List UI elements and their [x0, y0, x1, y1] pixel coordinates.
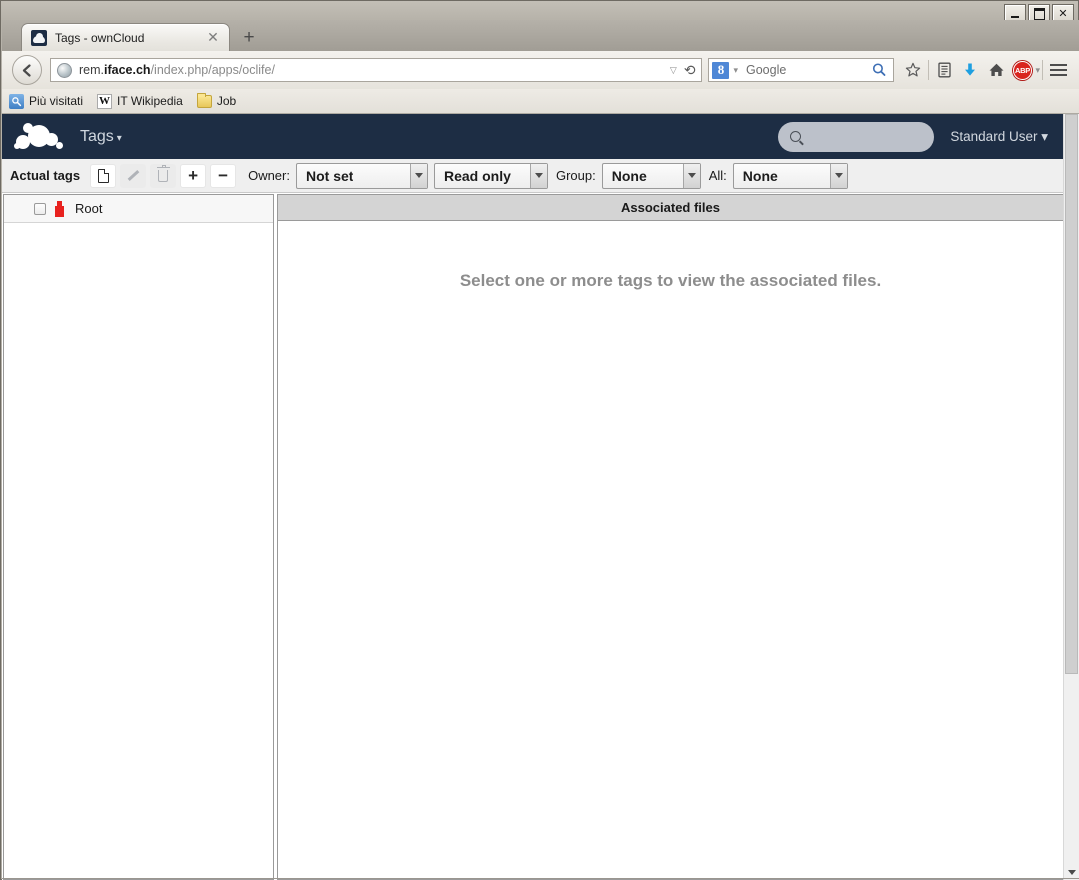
owncloud-header: Tags ▾ Standard User ▾ — [2, 114, 1064, 159]
back-button[interactable] — [12, 55, 42, 85]
search-input[interactable]: 8 ▾ Google — [708, 58, 895, 82]
bookmark-label: IT Wikipedia — [117, 94, 183, 108]
bookmark-job[interactable]: Job — [196, 92, 237, 108]
permission-select[interactable]: Read only — [433, 162, 548, 189]
associated-files-header: Associated files — [278, 195, 1063, 221]
app-title[interactable]: Tags ▾ — [80, 128, 122, 146]
globe-icon — [57, 62, 72, 78]
url-host: iface.ch — [104, 63, 151, 77]
adblock-badge: ABP — [1012, 60, 1032, 80]
app-title-label: Tags — [80, 127, 114, 145]
chevron-down-icon[interactable]: ▽ — [670, 65, 677, 76]
tags-toolbar: Actual tags + − Owner: Not set Read only… — [2, 159, 1064, 193]
search-icon — [790, 131, 802, 142]
group-select-value: None — [611, 167, 647, 184]
menu-hamburger-icon[interactable] — [1045, 57, 1071, 83]
group-select[interactable]: None — [601, 162, 701, 189]
toolbar-divider-2 — [1042, 60, 1043, 80]
remove-button[interactable]: − — [210, 163, 237, 188]
chevron-down-icon — [829, 163, 847, 188]
owner-select-value: Not set — [305, 167, 354, 184]
all-label: All: — [708, 168, 727, 183]
address-bar[interactable]: rem.iface.ch/index.php/apps/oclife/ ▽ ⟳ — [50, 58, 703, 82]
delete-tag-button[interactable] — [150, 163, 177, 188]
actual-tags-label: Actual tags — [10, 168, 81, 183]
scrollbar-thumb[interactable] — [1065, 114, 1078, 674]
edit-tag-button[interactable] — [120, 163, 147, 188]
browser-tab[interactable]: Tags - ownCloud ✕ — [21, 23, 230, 51]
owner-select[interactable]: Not set — [295, 162, 428, 189]
folder-icon — [196, 92, 212, 108]
user-name-label: Standard User — [950, 128, 1038, 144]
search-placeholder: Google — [746, 63, 787, 77]
app-title-caret-icon: ▾ — [116, 132, 122, 144]
document-icon — [97, 168, 109, 183]
home-icon[interactable] — [983, 57, 1009, 83]
tab-strip: Tags - ownCloud ✕ + — [2, 20, 1079, 51]
trash-icon — [156, 164, 170, 182]
group-label: Group: — [555, 168, 596, 183]
bookmark-most-visited[interactable]: Più visitati — [9, 93, 84, 109]
permission-select-value: Read only — [443, 167, 511, 184]
window-frame: ✕ Tags - ownCloud ✕ + rem.iface.ch/index… — [0, 0, 1079, 880]
page-viewport: Tags ▾ Standard User ▾ Actual tags + − O… — [2, 114, 1079, 880]
bookmark-label: Più visitati — [29, 94, 84, 108]
pencil-icon — [127, 169, 140, 182]
url-path: /index.php/apps/oclife/ — [150, 63, 275, 77]
user-menu-caret-icon: ▾ — [1041, 128, 1048, 144]
bookmarks-bar: Più visitati W IT Wikipedia Job — [2, 89, 1079, 114]
associated-files-pane: Associated files Select one or more tags… — [278, 194, 1064, 880]
all-select[interactable]: None — [732, 162, 848, 189]
empty-state-message: Select one or more tags to view the asso… — [459, 271, 882, 290]
chevron-down-icon — [682, 163, 700, 188]
reload-icon[interactable]: ⟳ — [684, 62, 696, 79]
window-bottom-edge — [2, 878, 1079, 879]
tags-tree-pane: Root — [3, 194, 273, 880]
toolbar-divider — [928, 60, 930, 80]
wikipedia-icon: W — [97, 93, 113, 109]
address-bar-url: rem.iface.ch/index.php/apps/oclife/ — [79, 63, 275, 77]
most-visited-icon — [9, 93, 24, 109]
new-tab-button[interactable]: + — [238, 27, 260, 49]
user-menu[interactable]: Standard User ▾ — [950, 129, 1048, 145]
url-prefix: rem. — [79, 63, 104, 77]
owncloud-search-input[interactable] — [778, 121, 935, 152]
tag-icon — [55, 200, 64, 217]
adblock-plus-icon[interactable]: ABP — [1009, 57, 1035, 83]
owncloud-logo-icon[interactable] — [14, 121, 66, 153]
tree-item-label: Root — [75, 201, 103, 216]
google-icon: 8 — [712, 61, 730, 79]
search-engine-caret-icon[interactable]: ▾ — [733, 65, 738, 76]
adblock-caret-icon[interactable]: ▾ — [1035, 65, 1040, 76]
page-scrollbar[interactable] — [1063, 114, 1079, 880]
tree-item-root[interactable]: Root — [4, 195, 273, 223]
downloads-icon[interactable] — [957, 57, 983, 83]
chevron-down-icon — [409, 163, 427, 188]
search-magnifier-icon[interactable] — [870, 59, 892, 81]
address-bar-actions: ▽ ⟳ — [670, 62, 702, 79]
tab-title: Tags - ownCloud — [55, 30, 145, 45]
tree-item-checkbox[interactable] — [34, 202, 46, 215]
new-tag-button[interactable] — [90, 163, 117, 188]
owncloud-favicon-icon — [31, 29, 47, 46]
browser-toolbar: rem.iface.ch/index.php/apps/oclife/ ▽ ⟳ … — [2, 51, 1079, 90]
reading-list-icon[interactable] — [931, 57, 957, 83]
all-select-value: None — [742, 167, 778, 184]
bookmark-it-wikipedia[interactable]: W IT Wikipedia — [97, 93, 183, 109]
owner-label: Owner: — [248, 168, 290, 183]
chevron-down-icon — [529, 163, 547, 188]
bookmark-label: Job — [216, 94, 237, 108]
add-button[interactable]: + — [180, 163, 207, 188]
tab-close-icon[interactable]: ✕ — [205, 29, 221, 46]
bookmark-star-icon[interactable] — [900, 57, 926, 83]
application-window: ✕ Tags - ownCloud ✕ + rem.iface.ch/index… — [0, 0, 1079, 880]
